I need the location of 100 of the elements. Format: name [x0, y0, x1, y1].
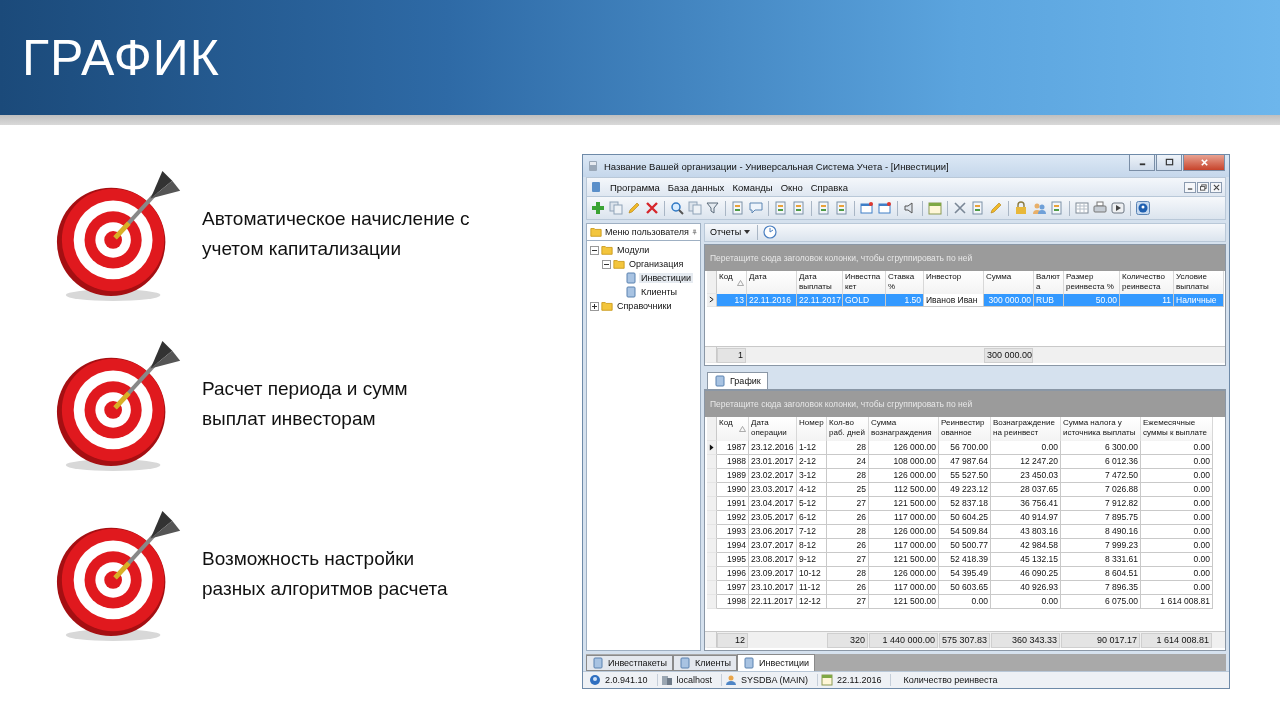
help-icon[interactable]	[1136, 201, 1150, 215]
clock-icon[interactable]	[763, 225, 778, 240]
table-cell: 36 756.41	[991, 496, 1061, 511]
document-icon[interactable]	[971, 201, 985, 215]
table-cell: 11-12	[797, 580, 827, 595]
user-icon	[725, 674, 738, 686]
column-header[interactable]: Номер	[797, 416, 827, 441]
document-icon[interactable]	[835, 201, 849, 215]
copy-icon[interactable]	[609, 201, 623, 215]
minimize-button[interactable]	[1129, 155, 1155, 171]
table-cell: 52 837.18	[939, 496, 991, 511]
table-cell: 43 803.16	[991, 524, 1061, 539]
column-header[interactable]: Размер реинвеста %	[1064, 270, 1120, 294]
table-cell: 54 395.49	[939, 566, 991, 581]
document-icon[interactable]	[792, 201, 806, 215]
column-header[interactable]: Дата	[747, 270, 797, 294]
menu-item[interactable]: Окно	[780, 181, 803, 193]
tab[interactable]: Инвестиции	[737, 654, 816, 671]
column-header[interactable]: Дата выплаты	[797, 270, 843, 294]
maximize-button[interactable]	[1156, 155, 1182, 171]
column-header[interactable]: Сумма вознаграждения	[869, 416, 939, 441]
column-header[interactable]: Ставка %	[886, 270, 924, 294]
tree-item[interactable]: Организация	[627, 259, 686, 269]
tree-item[interactable]: Клиенты	[639, 287, 680, 297]
table-icon[interactable]	[1075, 201, 1089, 215]
filter-icon[interactable]	[706, 201, 720, 215]
table-cell: 8 604.51	[1061, 566, 1141, 581]
column-header[interactable]: Инвестор	[924, 270, 984, 294]
grid-corner	[707, 270, 717, 294]
folder-icon	[613, 258, 625, 270]
table-cell: 0.00	[1141, 538, 1213, 553]
speech-bubble-icon[interactable]	[749, 201, 763, 215]
app-icon	[587, 160, 599, 172]
column-header[interactable]: Условие выплаты	[1174, 270, 1224, 294]
document-icon[interactable]	[731, 201, 745, 215]
column-header[interactable]: Валюта	[1034, 270, 1064, 294]
menu-item[interactable]: Программа	[610, 181, 660, 193]
server-icon	[660, 674, 673, 686]
column-header[interactable]: Сумма	[984, 270, 1034, 294]
table-cell: 126 000.00	[869, 524, 939, 539]
cross-icon[interactable]	[645, 201, 659, 215]
column-header[interactable]: Дата операции	[749, 416, 797, 441]
play-icon[interactable]	[1111, 201, 1125, 215]
row-pointer-icon	[709, 296, 714, 304]
table-cell: 0.00	[1141, 496, 1213, 511]
table-cell: 56 700.00	[939, 440, 991, 455]
users-icon[interactable]	[1032, 201, 1046, 215]
sidebar-tab[interactable]: Меню пользователя	[586, 223, 701, 240]
plus-icon[interactable]	[591, 201, 605, 215]
column-header[interactable]: Код	[717, 270, 747, 294]
close-button[interactable]	[1210, 181, 1222, 193]
menu-item[interactable]: Справка	[810, 181, 848, 193]
pencil-icon[interactable]	[627, 201, 641, 215]
menu-item[interactable]: База данных	[667, 181, 725, 193]
window-icon[interactable]	[860, 201, 874, 215]
collapse-icon[interactable]	[602, 259, 611, 269]
tree-item[interactable]: Модули	[615, 245, 652, 255]
pencil-icon[interactable]	[989, 201, 1003, 215]
expand-icon[interactable]	[590, 301, 599, 311]
table-cell: 126 000.00	[869, 468, 939, 483]
table-cell: 117 000.00	[869, 580, 939, 595]
restore-button[interactable]	[1197, 181, 1209, 193]
table-cell: 23.02.2017	[749, 468, 797, 483]
tab[interactable]: График	[707, 371, 768, 389]
table-cell: 23.12.2016	[749, 440, 797, 455]
table-cell: 1996	[717, 566, 749, 581]
row-header[interactable]	[707, 440, 717, 455]
tab[interactable]: Инвестпакеты	[586, 655, 673, 671]
collapse-icon[interactable]	[590, 245, 599, 255]
row-header[interactable]	[707, 293, 717, 307]
calendar-icon[interactable]	[928, 201, 942, 215]
column-header[interactable]: Сумма налога у источника выплаты	[1061, 416, 1141, 441]
document-icon	[743, 657, 756, 669]
minimize-button[interactable]	[1184, 181, 1196, 193]
column-header[interactable]: Реинвестированное	[939, 416, 991, 441]
column-header[interactable]: Код	[717, 416, 749, 441]
table-cell: 26	[827, 510, 869, 525]
reports-button[interactable]: Отчеты	[708, 227, 753, 238]
column-header[interactable]: Инвестпакет	[843, 270, 886, 294]
tab[interactable]: Клиенты	[672, 655, 738, 671]
table-cell: 7-12	[797, 524, 827, 539]
column-header[interactable]: Вознаграждение на реинвест	[991, 416, 1061, 441]
lock-icon[interactable]	[1014, 201, 1028, 215]
tree-item[interactable]: Справочники	[615, 301, 674, 311]
sort-icon	[737, 279, 744, 286]
window-icon[interactable]	[878, 201, 892, 215]
table-cell: 121 500.00	[869, 496, 939, 511]
feature-text: Возможность настройки разных алгоритмов расчета	[202, 547, 448, 601]
menu-item[interactable]: Команды	[732, 181, 773, 193]
document-icon[interactable]	[1050, 201, 1064, 215]
pin-icon[interactable]	[691, 228, 697, 236]
tree-item[interactable]: Инвестиции	[639, 273, 693, 283]
document-icon[interactable]	[817, 201, 831, 215]
table-cell: 0.00	[1141, 524, 1213, 539]
column-header[interactable]: Ежемесячные суммы к выплате	[1141, 416, 1213, 441]
search-icon[interactable]	[670, 201, 684, 215]
document-icon[interactable]	[774, 201, 788, 215]
column-header[interactable]: Количество реинвеста	[1120, 270, 1174, 294]
table-cell: 6-12	[797, 510, 827, 525]
column-header[interactable]: Кол-во раб. дней	[827, 416, 869, 441]
